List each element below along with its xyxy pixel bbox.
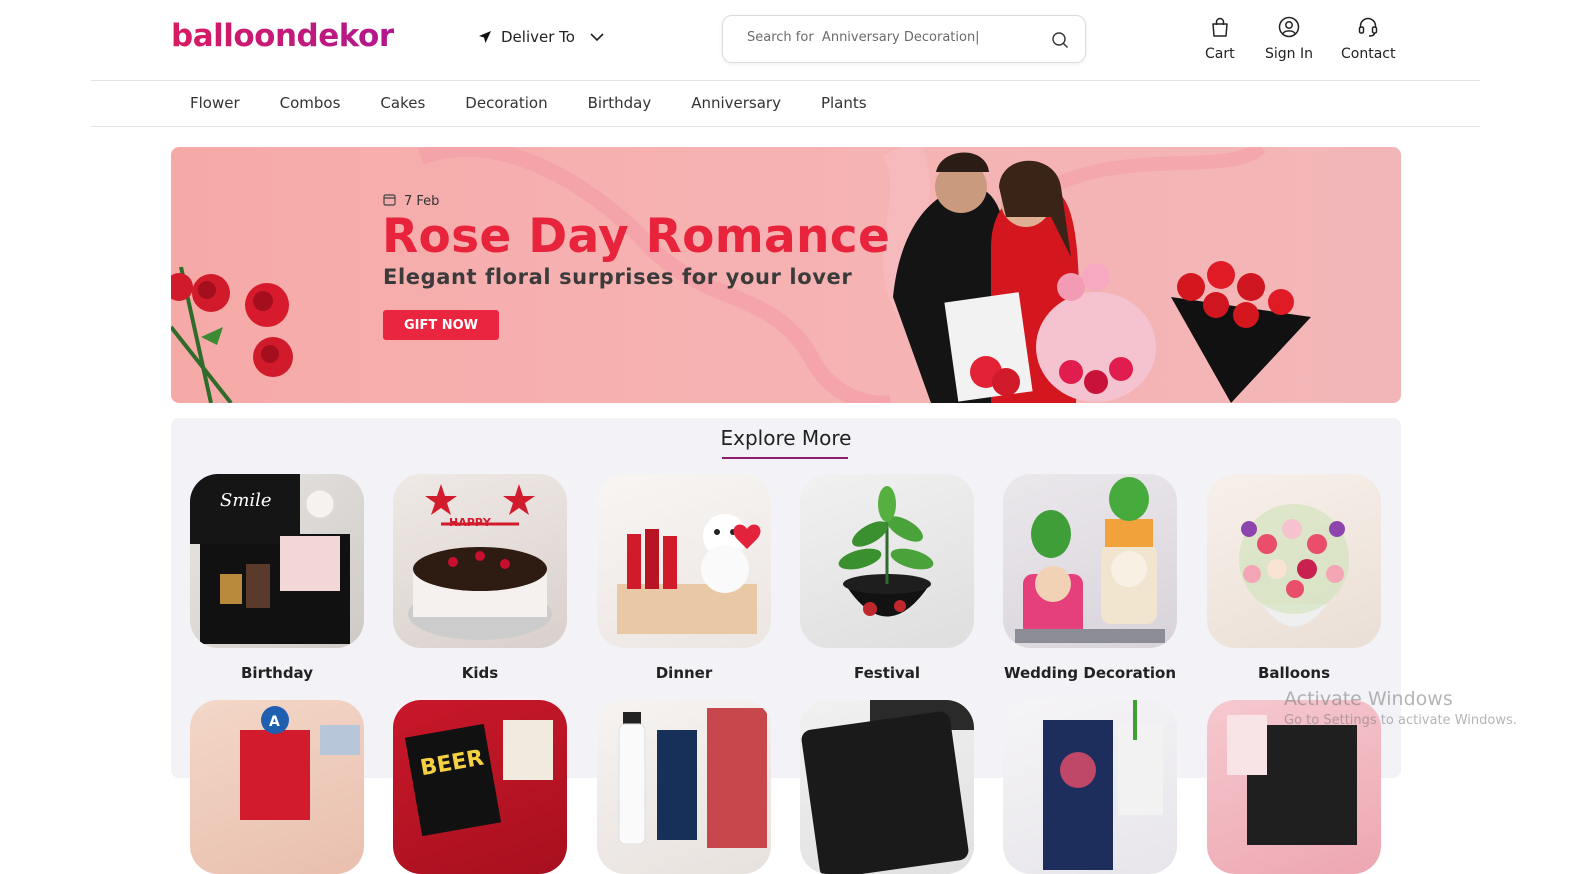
calendar-icon: [383, 193, 396, 210]
gift-now-button[interactable]: GIFT NOW: [383, 310, 499, 340]
nav-divider: [91, 126, 1480, 127]
svg-text:Smile: Smile: [220, 490, 272, 511]
wedding-decoration-image: [1003, 474, 1177, 648]
category-label: Balloons: [1257, 664, 1331, 682]
category-label: Dinner: [655, 664, 713, 682]
category-card-row2-5[interactable]: [1003, 700, 1177, 874]
sign-in-label: Sign In: [1265, 46, 1313, 62]
category-label: Birthday: [241, 664, 313, 682]
deliver-to-label: Deliver To: [501, 28, 575, 46]
header-divider: [91, 80, 1480, 81]
svg-text:A: A: [269, 714, 280, 730]
roses-illustration: [171, 266, 293, 403]
windows-activation-watermark: Activate Windows Go to Settings to activ…: [1284, 688, 1517, 728]
nav-item-decoration[interactable]: Decoration: [465, 94, 547, 112]
sign-in-link[interactable]: Sign In: [1265, 16, 1313, 62]
category-card-row2-1[interactable]: A: [190, 700, 364, 874]
banner-subtitle: Elegant floral surprises for your lover: [383, 265, 853, 289]
nav-item-birthday[interactable]: Birthday: [588, 94, 652, 112]
location-arrow-icon: [478, 30, 492, 44]
nav-item-plants[interactable]: Plants: [821, 94, 867, 112]
category-card-festival[interactable]: Festival: [800, 474, 974, 682]
category-card-wedding-decoration[interactable]: Wedding Decoration: [1003, 474, 1177, 682]
headset-icon: [1357, 16, 1379, 42]
superhero-gift-image: A: [190, 700, 364, 874]
brand-logo[interactable]: balloondekor: [171, 18, 394, 54]
explore-more-section: Explore More Smile Birthday HAPPY Kids D…: [171, 418, 1401, 874]
category-card-dinner[interactable]: Dinner: [597, 474, 771, 682]
festival-plant-image: [800, 474, 974, 648]
category-card-row2-3[interactable]: [597, 700, 771, 874]
category-label: Kids: [461, 664, 499, 682]
svg-text:HAPPY: HAPPY: [449, 516, 492, 529]
cart-label: Cart: [1205, 46, 1235, 62]
title-underline: [722, 457, 848, 459]
kids-cake-image: HAPPY: [393, 474, 567, 648]
stationery-gift-image: [1003, 700, 1177, 874]
category-card-row2-2[interactable]: BEER: [393, 700, 567, 874]
nav-item-anniversary[interactable]: Anniversary: [691, 94, 781, 112]
category-nav: Flower Combos Cakes Decoration Birthday …: [190, 94, 907, 112]
category-card-kids[interactable]: HAPPY Kids: [393, 474, 567, 682]
explore-title: Explore More: [720, 426, 852, 450]
category-card-row2-4[interactable]: [800, 700, 974, 874]
search-box[interactable]: [722, 15, 1086, 63]
banner-date-text: 7 Feb: [404, 194, 440, 209]
cart-link[interactable]: Cart: [1205, 16, 1235, 62]
shopping-bag-icon: [1210, 16, 1230, 42]
dinner-hamper-image: [597, 474, 771, 648]
search-input[interactable]: [747, 30, 1037, 45]
search-icon[interactable]: [1051, 31, 1069, 53]
nav-item-cakes[interactable]: Cakes: [380, 94, 425, 112]
laptop-sleeve-image: [800, 700, 974, 874]
site-header: balloondekor Deliver To Cart Sign In Con…: [0, 0, 1581, 80]
chevron-down-icon: [590, 32, 604, 42]
hero-banner[interactable]: 7 Feb Rose Day Romance Elegant floral su…: [171, 147, 1401, 403]
user-icon: [1278, 16, 1300, 42]
banner-date: 7 Feb: [383, 193, 439, 210]
deliver-to-selector[interactable]: Deliver To: [478, 28, 604, 46]
birthday-image: Smile: [190, 474, 364, 648]
category-card-balloons[interactable]: Balloons: [1207, 474, 1381, 682]
category-card-birthday[interactable]: Smile Birthday: [190, 474, 364, 682]
balloons-bouquet-image: [1207, 474, 1381, 648]
nav-item-flower[interactable]: Flower: [190, 94, 240, 112]
watermark-line-2: Go to Settings to activate Windows.: [1284, 713, 1517, 728]
contact-link[interactable]: Contact: [1341, 16, 1395, 62]
category-label: Festival: [853, 664, 921, 682]
category-label: Wedding Decoration: [1003, 664, 1177, 682]
watermark-line-1: Activate Windows: [1284, 688, 1453, 710]
bottle-gift-image: [597, 700, 771, 874]
beer-hamper-image: BEER: [393, 700, 567, 874]
nav-item-combos[interactable]: Combos: [280, 94, 341, 112]
banner-title: Rose Day Romance: [382, 209, 891, 264]
couple-illustration: [893, 152, 1311, 403]
contact-label: Contact: [1341, 46, 1396, 62]
